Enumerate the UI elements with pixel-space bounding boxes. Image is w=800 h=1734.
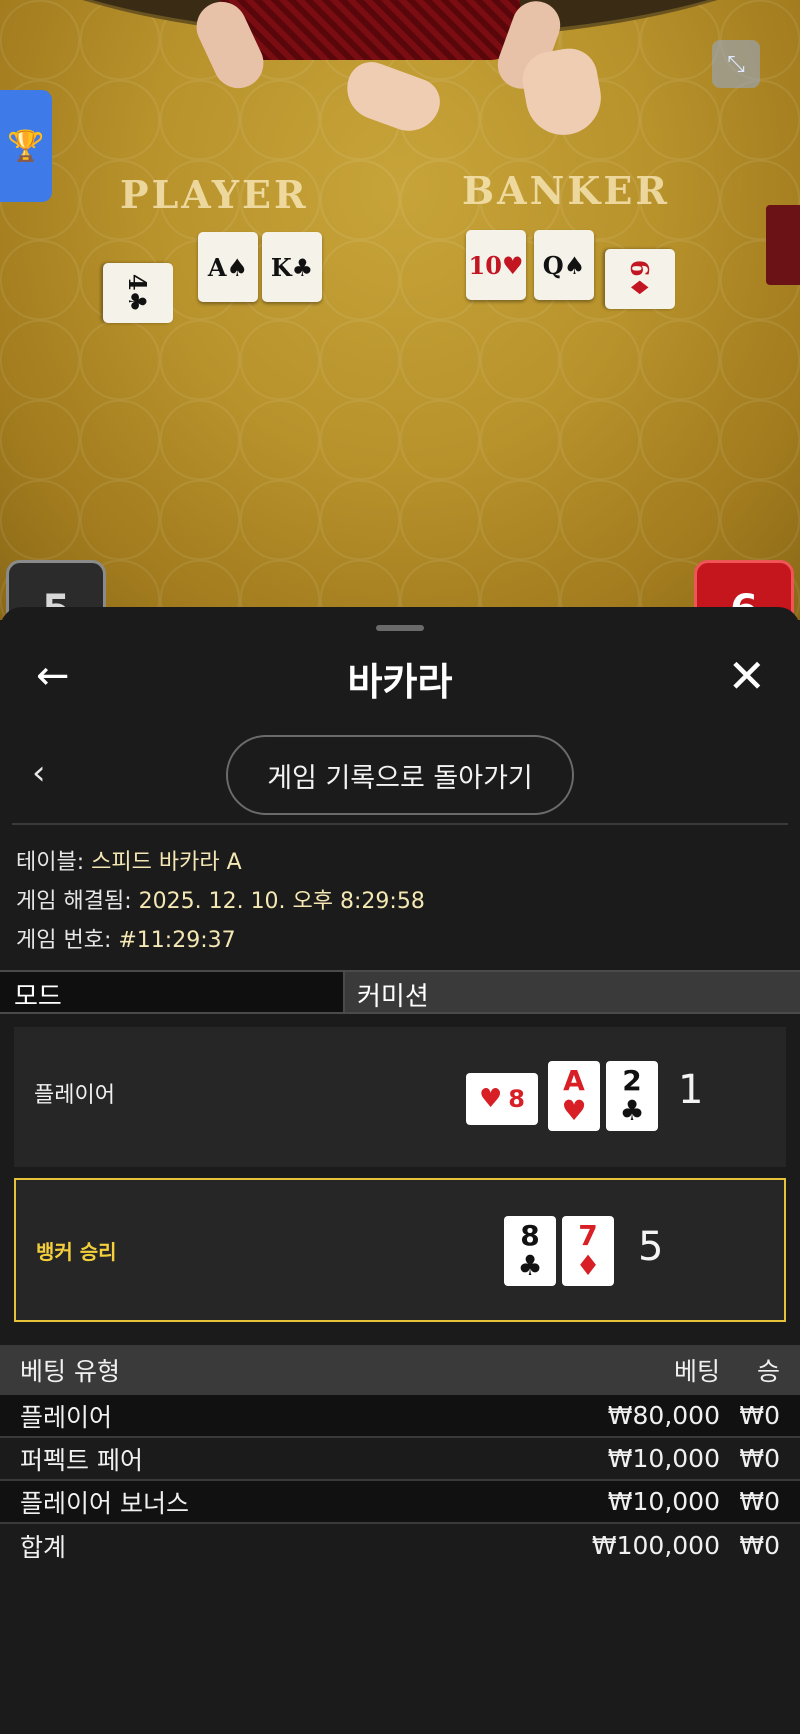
- table-row: 퍼펙트 페어 ₩10,000 ₩0: [0, 1438, 800, 1481]
- table-card-player-3: K ♣: [262, 232, 322, 302]
- divider: [12, 823, 788, 825]
- info-resolved: 게임 해결됨: 2025. 12. 10. 오후 8:29:58: [16, 889, 425, 914]
- game-info: 테이블: 스피드 바카라 A 게임 해결됨: 2025. 12. 10. 오후 …: [16, 843, 425, 960]
- live-video: PLAYER BANKER 4 ♣ A ♠ K ♣ 10 ♥ Q ♠ 6 ♦ ⤡ 🏆 5 6: [0, 0, 800, 620]
- history-nav: ‹ 게임 기록으로 돌아가기: [0, 735, 800, 815]
- resolved-time: 2025. 12. 10. 오후 8:29:58: [138, 889, 425, 914]
- sheet-title: 바카라: [347, 660, 453, 704]
- mode-value: 커미션: [345, 972, 800, 1012]
- table-row: 플레이어 보너스 ₩10,000 ₩0: [0, 1481, 800, 1524]
- table-card-player-2: A ♠: [198, 232, 258, 302]
- player-side-card: ♥ 8: [466, 1073, 538, 1125]
- player-card-1: A ♥: [548, 1061, 600, 1131]
- bets-table: 베팅 유형 베팅 승 플레이어 ₩80,000 ₩0 퍼펙트 페어 ₩10,00…: [0, 1345, 800, 1567]
- info-table: 테이블: 스피드 바카라 A: [16, 850, 242, 875]
- dealer-dress: [220, 0, 520, 60]
- player-result-name: 플레이어: [34, 1083, 115, 1108]
- header-bet-type: 베팅 유형: [20, 1357, 120, 1386]
- table-row: 플레이어 ₩80,000 ₩0: [0, 1395, 800, 1438]
- header-bet: 베팅: [673, 1357, 720, 1386]
- table-card-banker-2: Q ♠: [534, 230, 594, 300]
- table-card-banker-1: 10 ♥: [466, 230, 526, 300]
- table-card-player-1: 4 ♣: [103, 263, 173, 323]
- banker-card-2: 7 ♦: [562, 1216, 614, 1286]
- card-shoe: [766, 205, 800, 285]
- header-win: 승: [756, 1357, 780, 1386]
- mode-label: 모드: [0, 972, 345, 1012]
- player-zone-label: PLAYER: [120, 172, 309, 217]
- minimize-icon[interactable]: ⤡: [712, 40, 760, 88]
- player-card-2: 2 ♣: [606, 1061, 658, 1131]
- banker-zone-label: BANKER: [462, 168, 670, 213]
- bets-table-header: 베팅 유형 베팅 승: [0, 1345, 800, 1395]
- game-number: #11:29:37: [118, 928, 236, 953]
- player-score: 1: [678, 1067, 704, 1113]
- total-row: 합계 ₩100,000 ₩0: [20, 1531, 780, 1562]
- close-icon[interactable]: ✕: [727, 649, 766, 703]
- table-card-banker-3: 6 ♦: [605, 249, 675, 309]
- info-game-number: 게임 번호: #11:29:37: [16, 928, 236, 953]
- banker-result-name: 뱅커 승리: [36, 1240, 117, 1264]
- trophy-icon[interactable]: 🏆: [0, 90, 52, 202]
- banker-score: 5: [638, 1224, 664, 1270]
- mode-bar: 모드 커미션: [0, 970, 800, 1014]
- sheet-drag-handle[interactable]: [376, 625, 424, 631]
- banker-card-1: 8 ♣: [504, 1216, 556, 1286]
- table-name: 스피드 바카라 A: [91, 850, 242, 875]
- chevron-left-icon[interactable]: ‹: [32, 753, 46, 793]
- banker-result: 뱅커 승리 8 ♣ 7 ♦ 5: [14, 1178, 786, 1322]
- back-to-history-button[interactable]: 게임 기록으로 돌아가기: [226, 735, 574, 815]
- sheet-header: ← 바카라 ✕: [0, 647, 800, 707]
- game-detail-sheet: ← 바카라 ✕ ‹ 게임 기록으로 돌아가기 테이블: 스피드 바카라 A 게임…: [0, 607, 800, 1734]
- player-result: 플레이어 ♥ 8 A ♥ 2 ♣ 1: [14, 1027, 786, 1167]
